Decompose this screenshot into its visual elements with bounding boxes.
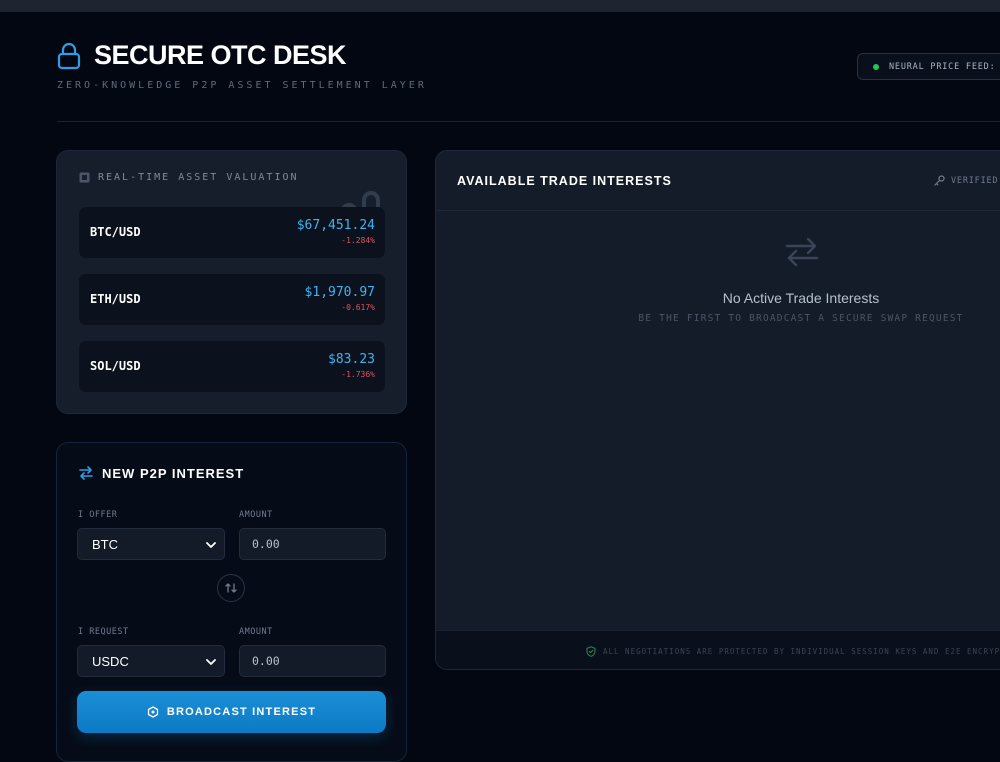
page-subtitle: ZERO-KNOWLEDGE P2P ASSET SETTLEMENT LAYE…: [57, 80, 427, 91]
asset-pair: SOL/USD: [90, 359, 141, 373]
swap-vertical-icon: [225, 583, 237, 593]
new-interest-card: NEW P2P INTEREST I OFFER AMOUNT BTC 0.00…: [56, 442, 407, 762]
request-amount-input[interactable]: 0.00: [239, 645, 386, 677]
page-title: SECURE OTC DESK: [94, 40, 347, 70]
asset-row-eth: ETH/USD $1,970.97 -0.617%: [79, 274, 385, 325]
flip-direction-button[interactable]: [217, 574, 245, 602]
new-interest-heading-text: NEW P2P INTEREST: [102, 465, 245, 481]
panel-divider: [436, 210, 1000, 211]
swap-arrows-icon: [785, 237, 819, 267]
broadcast-button-label: BROADCAST INTEREST: [166, 706, 317, 718]
key-icon: [934, 175, 945, 186]
status-dot-icon: [873, 63, 879, 70]
asset-price: $83.23: [328, 352, 375, 367]
price-feed-status-text: NEURAL PRICE FEED: ACTIVE: [889, 61, 1000, 72]
request-asset-select[interactable]: USDC: [77, 645, 225, 677]
footer-note-text: ALL NEGOTIATIONS ARE PROTECTED BY INDIVI…: [603, 647, 1000, 656]
offer-amount-input[interactable]: 0.00: [239, 528, 386, 560]
asset-price: $67,451.24: [296, 218, 375, 233]
request-asset-value: USDC: [92, 653, 129, 669]
lock-icon: [57, 42, 81, 70]
offer-label: I OFFER: [78, 510, 118, 520]
chip-icon: [79, 172, 90, 183]
encryption-footer: ALL NEGOTIATIONS ARE PROTECTED BY INDIVI…: [436, 630, 1000, 669]
broadcast-icon: [147, 706, 158, 718]
swap-arrows-icon: [79, 466, 93, 480]
asset-row-sol: SOL/USD $83.23 -1.736%: [79, 341, 385, 392]
offer-asset-value: BTC: [92, 536, 118, 552]
asset-pair: BTC/USD: [90, 225, 141, 239]
asset-pair: ETH/USD: [90, 292, 141, 306]
offer-asset-select[interactable]: BTC: [77, 528, 225, 560]
header-divider: [57, 121, 1000, 122]
chevron-down-icon: [206, 542, 216, 548]
verified-badge: VERIFIED: [934, 175, 998, 186]
price-feed-status-badge: NEURAL PRICE FEED: ACTIVE: [857, 53, 1000, 80]
trade-interests-heading: AVAILABLE TRADE INTERESTS: [457, 174, 672, 188]
empty-state-title: No Active Trade Interests: [722, 290, 880, 306]
request-label: I REQUEST: [78, 627, 129, 637]
asset-change: -1.736%: [341, 370, 375, 379]
empty-state-subtitle: BE THE FIRST TO BROADCAST A SECURE SWAP …: [638, 313, 964, 324]
request-amount-label: AMOUNT: [239, 627, 273, 637]
footer-note: ALL NEGOTIATIONS ARE PROTECTED BY INDIVI…: [586, 646, 1000, 657]
verified-label: VERIFIED: [951, 175, 999, 186]
broadcast-interest-button[interactable]: BROADCAST INTEREST: [77, 691, 386, 733]
asset-change: -1.284%: [341, 236, 375, 245]
new-interest-heading: NEW P2P INTEREST: [78, 465, 244, 481]
chevron-down-icon: [206, 659, 216, 665]
browser-top-bar: [0, 0, 1000, 12]
offer-amount-label: AMOUNT: [239, 510, 273, 520]
asset-price: $1,970.97: [304, 285, 375, 300]
asset-valuation-card: REAL-TIME ASSET VALUATION BTC/USD $67,45…: [56, 150, 407, 414]
asset-row-btc: BTC/USD $67,451.24 -1.284%: [79, 207, 385, 258]
valuation-heading-text: REAL-TIME ASSET VALUATION: [98, 172, 299, 183]
trade-interests-panel: AVAILABLE TRADE INTERESTS VERIFIED No Ac…: [435, 150, 1000, 670]
asset-change: -0.617%: [341, 303, 375, 312]
valuation-heading: REAL-TIME ASSET VALUATION: [79, 172, 299, 183]
shield-check-icon: [586, 646, 596, 657]
